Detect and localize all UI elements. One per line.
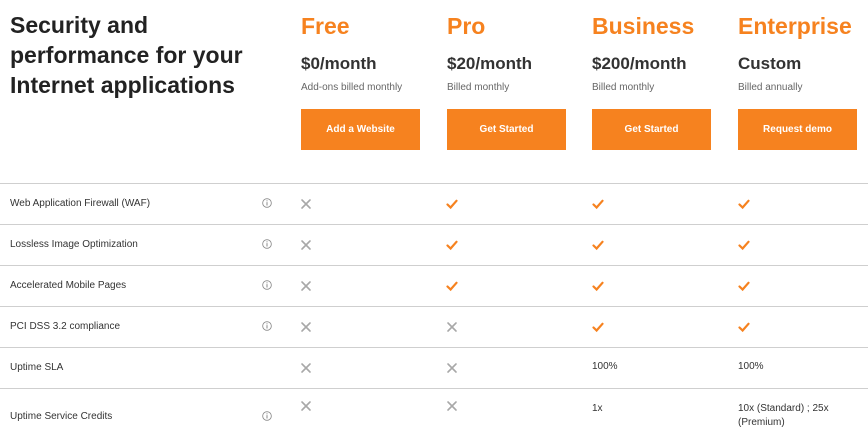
check-icon	[738, 281, 750, 292]
plan-free: Free $0/month Add-ons billed monthly Add…	[301, 10, 426, 150]
check-icon	[738, 322, 750, 333]
plan-billing-note: Billed annually	[738, 82, 803, 93]
info-icon[interactable]	[262, 321, 272, 331]
feature-value: 100%	[738, 361, 764, 372]
feature-label: Uptime SLA	[10, 362, 64, 373]
feature-row: Uptime SLA 100% 100%	[0, 347, 868, 388]
info-icon[interactable]	[262, 239, 272, 249]
feature-label: Lossless Image Optimization	[10, 239, 138, 250]
info-icon[interactable]	[262, 411, 272, 421]
plan-billing-note: Billed monthly	[592, 82, 655, 93]
feature-label: Web Application Firewall (WAF)	[10, 198, 151, 209]
plan-name: Business	[592, 13, 695, 39]
add-website-button[interactable]: Add a Website	[301, 109, 420, 150]
request-demo-button[interactable]: Request demo	[738, 109, 857, 150]
cross-icon	[447, 363, 457, 373]
feature-table: Web Application Firewall (WAF) Lossless I…	[0, 183, 868, 444]
feature-label: Uptime Service Credits	[10, 411, 113, 422]
plan-name: Enterprise	[738, 13, 852, 39]
feature-value: 100%	[592, 361, 618, 372]
get-started-business-button[interactable]: Get Started	[592, 109, 711, 150]
cross-icon	[301, 363, 311, 373]
check-icon	[592, 281, 604, 292]
check-icon	[446, 199, 458, 210]
check-icon	[738, 240, 750, 251]
plan-pro: Pro $20/month Billed monthly Get Started	[447, 10, 572, 150]
plan-price: $200/month	[592, 54, 687, 73]
check-icon	[446, 240, 458, 251]
feature-row: PCI DSS 3.2 compliance	[0, 306, 868, 347]
plan-name: Free	[301, 13, 350, 39]
plan-business: Business $200/month Billed monthly Get S…	[592, 10, 717, 150]
feature-row: Accelerated Mobile Pages	[0, 265, 868, 306]
check-icon	[738, 199, 750, 210]
cross-icon	[301, 281, 311, 291]
feature-row: Uptime Service Credits 1x 10x (Standard) ;…	[0, 388, 868, 444]
cross-icon	[301, 240, 311, 250]
cross-icon	[447, 322, 457, 332]
feature-label: Accelerated Mobile Pages	[10, 280, 127, 291]
check-icon	[446, 281, 458, 292]
info-icon[interactable]	[262, 280, 272, 290]
check-icon	[592, 240, 604, 251]
get-started-pro-button[interactable]: Get Started	[447, 109, 566, 150]
plan-name: Pro	[447, 13, 486, 39]
cross-icon	[301, 401, 311, 411]
check-icon	[592, 199, 604, 210]
plan-enterprise: Enterprise Custom Billed annually Reques…	[738, 10, 863, 150]
feature-label: PCI DSS 3.2 compliance	[10, 321, 121, 332]
cross-icon	[447, 401, 457, 411]
feature-value: 10x (Standard) ; 25x (Premium)	[738, 403, 829, 428]
plan-price: Custom	[738, 54, 802, 73]
plan-billing-note: Billed monthly	[447, 82, 510, 93]
plan-price: $0/month	[301, 54, 377, 73]
feature-row: Lossless Image Optimization	[0, 224, 868, 265]
plan-price: $20/month	[447, 54, 533, 73]
info-icon[interactable]	[262, 198, 272, 208]
feature-row: Web Application Firewall (WAF)	[0, 183, 868, 224]
plan-billing-note: Add-ons billed monthly	[301, 82, 403, 93]
cross-icon	[301, 199, 311, 209]
check-icon	[592, 322, 604, 333]
page-headline: Security and performance for your Intern…	[10, 12, 243, 98]
feature-value: 1x	[592, 403, 603, 414]
cross-icon	[301, 322, 311, 332]
